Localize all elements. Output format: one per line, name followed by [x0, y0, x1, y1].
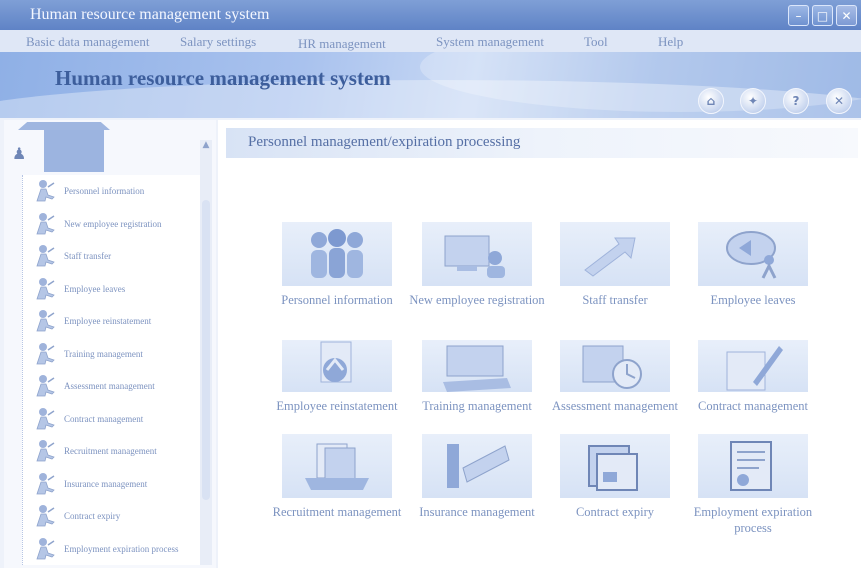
person-icon: [34, 407, 56, 431]
person-icon: [34, 439, 56, 463]
sidebar-item-label: Employment expiration process: [64, 543, 179, 554]
transfer-arrow-icon[interactable]: [560, 222, 670, 286]
feature-tile[interactable]: Employment expiration process: [678, 434, 828, 536]
feature-tile-label[interactable]: Recruitment management: [262, 504, 412, 520]
feature-tile-label[interactable]: Employee reinstatement: [262, 398, 412, 414]
feature-tile[interactable]: Recruitment management: [262, 434, 412, 520]
feature-tile-label[interactable]: Insurance management: [402, 504, 552, 520]
person-icon: [34, 537, 56, 561]
recruitment-files-icon[interactable]: [282, 434, 392, 498]
expiration-document-icon[interactable]: [698, 434, 808, 498]
reinstatement-icon[interactable]: [282, 340, 392, 392]
sidebar-item[interactable]: Contract management: [34, 406, 204, 432]
feature-tile[interactable]: Contract management: [678, 340, 828, 414]
menu-salary-settings[interactable]: Salary settings: [180, 34, 256, 50]
person-icon: [34, 472, 56, 496]
feature-tile-label[interactable]: Employee leaves: [678, 292, 828, 308]
sidebar-item[interactable]: Assessment management: [34, 373, 204, 399]
sidebar-item-label: Contract expiry: [64, 511, 121, 521]
sidebar-item[interactable]: Insurance management: [34, 471, 204, 497]
person-icon: [34, 212, 56, 236]
help-icon[interactable]: ?: [783, 88, 809, 114]
sidebar-item-label: Assessment management: [64, 381, 155, 391]
maximize-icon[interactable]: □: [812, 5, 833, 26]
sidebar-item[interactable]: Employment expiration process: [34, 536, 204, 562]
feature-tile[interactable]: Employee leaves: [678, 222, 828, 308]
sidebar-item[interactable]: Recruitment management: [34, 438, 204, 464]
feature-tile[interactable]: New employee registration: [402, 222, 552, 308]
main-panel: Personnel management/expiration processi…: [218, 120, 861, 568]
menu-system-management[interactable]: System management: [436, 34, 544, 50]
section-title: Personnel management/expiration processi…: [248, 134, 521, 150]
sidebar-item-label: Employee reinstatement: [64, 316, 152, 326]
sidebar-item-label: Recruitment management: [64, 446, 157, 456]
person-icon: [34, 277, 56, 301]
sidebar-item[interactable]: Staff transfer: [34, 243, 204, 269]
menu-basic-data-management[interactable]: Basic data management: [26, 34, 149, 50]
computer-registration-icon[interactable]: [422, 222, 532, 286]
feature-tile-label[interactable]: Training management: [402, 398, 552, 414]
contract-pen-icon[interactable]: [698, 340, 808, 392]
menu-hr-management[interactable]: HR management: [298, 36, 386, 52]
sidebar-item-label: Personnel information: [64, 186, 145, 196]
sidebar-item-label: New employee registration: [64, 218, 162, 229]
person-icon: [34, 342, 56, 366]
feature-tile-label[interactable]: Assessment management: [540, 398, 690, 414]
person-icon: [34, 309, 56, 333]
feature-tile[interactable]: Training management: [402, 340, 552, 414]
leave-person-icon[interactable]: [698, 222, 808, 286]
sidebar-item-label: Insurance management: [64, 478, 148, 489]
user-icon: ♟: [12, 146, 27, 163]
person-icon: [34, 504, 56, 528]
feature-tile-label[interactable]: New employee registration: [402, 292, 552, 308]
people-group-icon[interactable]: [282, 222, 392, 286]
section-header: Personnel management/expiration processi…: [226, 128, 858, 158]
scroll-up-icon[interactable]: ▲: [200, 140, 212, 154]
sidebar-tab[interactable]: [18, 122, 110, 130]
sidebar-item-label: Training management: [64, 348, 143, 359]
sidebar-item-label: Contract management: [64, 413, 144, 424]
feature-tile[interactable]: Insurance management: [402, 434, 552, 520]
title-bar: Human resource management system – □ ✕: [0, 0, 861, 30]
insurance-icon[interactable]: [422, 434, 532, 498]
feature-tile-label[interactable]: Personnel information: [262, 292, 412, 308]
training-keyboard-icon[interactable]: [422, 340, 532, 392]
feature-tile[interactable]: Personnel information: [262, 222, 412, 308]
menu-tool[interactable]: Tool: [584, 34, 608, 50]
person-icon: [34, 179, 56, 203]
feature-tile-label[interactable]: Contract management: [678, 398, 828, 414]
banner: Human resource management system ⌂ ✦ ? ✕: [0, 52, 861, 118]
sidebar-item[interactable]: New employee registration: [34, 211, 204, 237]
sidebar: ♟ ▲ Personnel information New employee re…: [4, 120, 216, 568]
menu-bar: Basic data management Salary settings HR…: [0, 30, 861, 52]
feature-tile-label[interactable]: Employment expiration process: [678, 504, 828, 536]
feature-tile[interactable]: Employee reinstatement: [262, 340, 412, 414]
navigation-icon[interactable]: ✦: [740, 88, 766, 114]
contract-expiry-folder-icon[interactable]: [560, 434, 670, 498]
assessment-clock-icon[interactable]: [560, 340, 670, 392]
window-title: Human resource management system: [30, 6, 270, 23]
feature-tile[interactable]: Contract expiry: [540, 434, 690, 520]
sidebar-item-label: Staff transfer: [64, 251, 112, 261]
sidebar-item[interactable]: Personnel information: [34, 178, 204, 204]
sidebar-item[interactable]: Training management: [34, 341, 204, 367]
home-icon[interactable]: ⌂: [698, 88, 724, 114]
person-icon: [34, 374, 56, 398]
window-controls: – □ ✕: [788, 5, 857, 26]
feature-tile[interactable]: Assessment management: [540, 340, 690, 414]
close-icon[interactable]: ✕: [836, 5, 857, 26]
sidebar-item-label: Employee leaves: [64, 283, 126, 294]
menu-help[interactable]: Help: [658, 34, 683, 50]
minimize-icon[interactable]: –: [788, 5, 809, 26]
sidebar-header-block: [44, 130, 104, 172]
feature-tile-label[interactable]: Staff transfer: [540, 292, 690, 308]
feature-tile-label[interactable]: Contract expiry: [540, 504, 690, 520]
banner-title: Human resource management system: [55, 66, 391, 90]
exit-icon[interactable]: ✕: [826, 88, 852, 114]
sidebar-item[interactable]: Employee reinstatement: [34, 308, 204, 334]
feature-tile[interactable]: Staff transfer: [540, 222, 690, 308]
person-icon: [34, 244, 56, 268]
sidebar-item[interactable]: Employee leaves: [34, 276, 204, 302]
sidebar-item[interactable]: Contract expiry: [34, 503, 204, 529]
